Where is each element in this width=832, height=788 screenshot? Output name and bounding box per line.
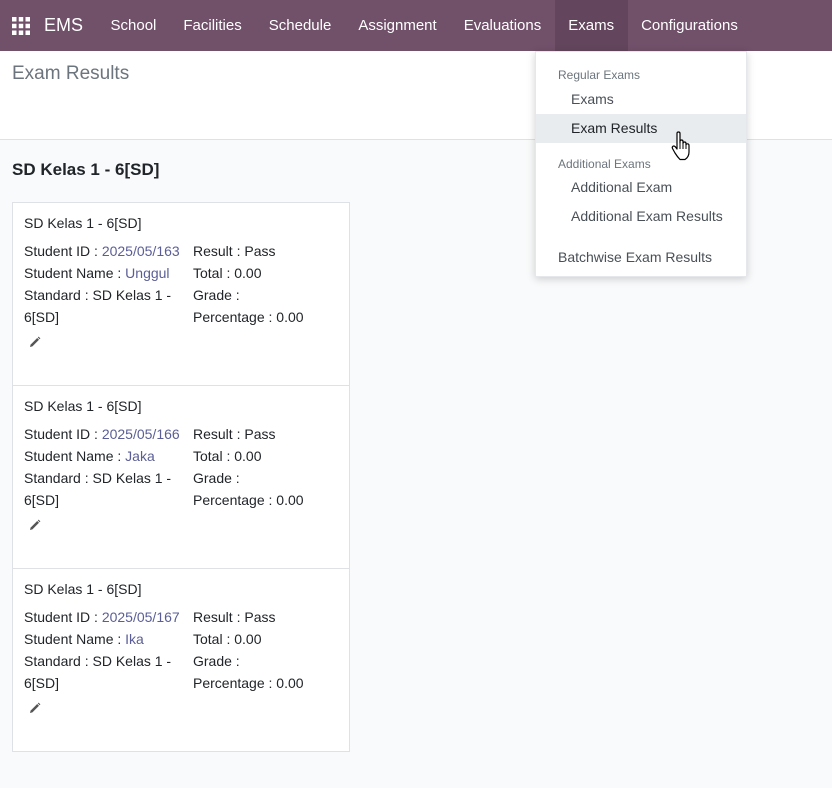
total-label: Total : — [193, 448, 235, 464]
grade-row: Grade : — [193, 284, 343, 306]
result-card[interactable]: SD Kelas 1 - 6[SD] Student ID : 2025/05/… — [12, 568, 350, 752]
student-name-row: Student Name : Jaka — [24, 445, 192, 467]
total-row: Total : 0.00 — [193, 262, 343, 284]
menu-item-exams[interactable]: Exams — [536, 85, 746, 114]
student-id-value[interactable]: 2025/05/163 — [102, 243, 180, 259]
percentage-value: 0.00 — [276, 309, 304, 325]
menu-item-additional-exam[interactable]: Additional Exam — [536, 173, 746, 202]
total-value: 0.00 — [234, 265, 262, 281]
nav-facilities[interactable]: Facilities — [170, 0, 255, 51]
menu-item-batchwise-exam-results[interactable]: Batchwise Exam Results — [536, 243, 746, 272]
percentage-value: 0.00 — [276, 675, 304, 691]
card-left-column: Student ID : 2025/05/163 Student Name : … — [24, 240, 192, 328]
app-menu-button[interactable] — [0, 0, 42, 51]
result-label: Result : — [193, 426, 245, 442]
nav-evaluations[interactable]: Evaluations — [450, 0, 555, 51]
pencil-icon[interactable] — [29, 518, 41, 536]
percentage-label: Percentage : — [193, 675, 277, 691]
grade-label: Grade : — [193, 287, 240, 303]
card-title: SD Kelas 1 - 6[SD] — [24, 581, 142, 597]
top-navbar: EMS School Facilities Schedule Assignmen… — [0, 0, 832, 51]
student-name-value[interactable]: Jaka — [125, 448, 155, 464]
result-value: Pass — [244, 426, 276, 442]
nav-assignment[interactable]: Assignment — [345, 0, 450, 51]
total-value: 0.00 — [234, 631, 262, 647]
card-left-column: Student ID : 2025/05/166 Student Name : … — [24, 423, 192, 511]
kanban-cards: SD Kelas 1 - 6[SD] Student ID : 2025/05/… — [12, 202, 350, 752]
result-label: Result : — [193, 609, 245, 625]
percentage-row: Percentage : 0.00 — [193, 672, 343, 694]
grade-row: Grade : — [193, 650, 343, 672]
grid-icon — [12, 16, 30, 35]
percentage-row: Percentage : 0.00 — [193, 306, 343, 328]
percentage-row: Percentage : 0.00 — [193, 489, 343, 511]
percentage-value: 0.00 — [276, 492, 304, 508]
student-id-row: Student ID : 2025/05/163 — [24, 240, 192, 262]
grade-label: Grade : — [193, 653, 240, 669]
result-value: Pass — [244, 609, 276, 625]
standard-label: Standard : — [24, 287, 93, 303]
total-label: Total : — [193, 265, 235, 281]
menu-item-additional-exam-results[interactable]: Additional Exam Results — [536, 202, 746, 231]
total-row: Total : 0.00 — [193, 628, 343, 650]
total-label: Total : — [193, 631, 235, 647]
standard-label: Standard : — [24, 653, 93, 669]
nav-school[interactable]: School — [97, 0, 170, 51]
regular-exams-header: Regular Exams — [558, 68, 641, 82]
pencil-icon[interactable] — [29, 335, 41, 353]
student-name-value[interactable]: Ika — [125, 631, 144, 647]
standard-row: Standard : SD Kelas 1 - 6[SD] — [24, 467, 192, 511]
pencil-icon[interactable] — [29, 701, 41, 719]
nav-exams[interactable]: Exams — [554, 0, 628, 51]
page-title[interactable]: Exam Results — [12, 63, 129, 85]
grade-row: Grade : — [193, 467, 343, 489]
student-id-value[interactable]: 2025/05/167 — [102, 609, 180, 625]
student-name-row: Student Name : Ika — [24, 628, 192, 650]
additional-exams-header: Additional Exams — [558, 157, 651, 171]
menu-item-exam-results[interactable]: Exam Results — [536, 114, 746, 143]
standard-label: Standard : — [24, 470, 93, 486]
result-label: Result : — [193, 243, 245, 259]
student-name-label: Student Name : — [24, 631, 126, 647]
total-row: Total : 0.00 — [193, 445, 343, 467]
card-right-column: Result : Pass Total : 0.00 Grade : Perce… — [193, 606, 343, 694]
percentage-label: Percentage : — [193, 309, 277, 325]
total-value: 0.00 — [234, 448, 262, 464]
card-right-column: Result : Pass Total : 0.00 Grade : Perce… — [193, 240, 343, 328]
student-id-label: Student ID : — [24, 426, 102, 442]
nav-configurations[interactable]: Configurations — [628, 0, 752, 51]
result-row: Result : Pass — [193, 606, 343, 628]
card-right-column: Result : Pass Total : 0.00 Grade : Perce… — [193, 423, 343, 511]
grade-label: Grade : — [193, 470, 240, 486]
student-name-value[interactable]: Unggul — [125, 265, 169, 281]
result-row: Result : Pass — [193, 423, 343, 445]
standard-row: Standard : SD Kelas 1 - 6[SD] — [24, 650, 192, 694]
hand-cursor-icon — [670, 131, 694, 168]
card-title: SD Kelas 1 - 6[SD] — [24, 398, 142, 414]
result-row: Result : Pass — [193, 240, 343, 262]
standard-row: Standard : SD Kelas 1 - 6[SD] — [24, 284, 192, 328]
student-id-row: Student ID : 2025/05/166 — [24, 423, 192, 445]
exams-dropdown-menu: Regular Exams Exams Exam Results Additio… — [535, 51, 747, 277]
percentage-label: Percentage : — [193, 492, 277, 508]
student-id-value[interactable]: 2025/05/166 — [102, 426, 180, 442]
card-left-column: Student ID : 2025/05/167 Student Name : … — [24, 606, 192, 694]
result-card[interactable]: SD Kelas 1 - 6[SD] Student ID : 2025/05/… — [12, 202, 350, 386]
result-value: Pass — [244, 243, 276, 259]
student-name-label: Student Name : — [24, 265, 126, 281]
student-id-label: Student ID : — [24, 243, 102, 259]
group-title: SD Kelas 1 - 6[SD] — [12, 160, 160, 179]
student-id-label: Student ID : — [24, 609, 102, 625]
student-id-row: Student ID : 2025/05/167 — [24, 606, 192, 628]
brand-name[interactable]: EMS — [44, 15, 83, 36]
student-name-label: Student Name : — [24, 448, 126, 464]
student-name-row: Student Name : Unggul — [24, 262, 192, 284]
card-title: SD Kelas 1 - 6[SD] — [24, 215, 142, 231]
result-card[interactable]: SD Kelas 1 - 6[SD] Student ID : 2025/05/… — [12, 385, 350, 569]
nav-schedule[interactable]: Schedule — [255, 0, 345, 51]
